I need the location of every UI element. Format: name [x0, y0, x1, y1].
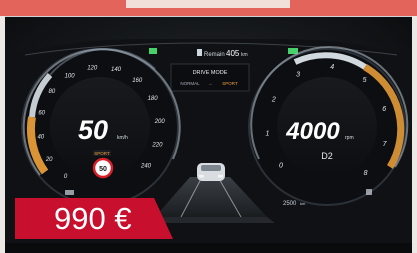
price-tag: 990 € — [15, 198, 173, 239]
listing-card: Remain 405 km DRIVE MODE NORMAL → SPORT … — [0, 0, 417, 253]
gear-indicator: D2 — [321, 151, 333, 161]
speed-tick-120: 120 — [87, 66, 98, 72]
speed-tick-160: 160 — [132, 78, 143, 84]
trip-value: 405 — [226, 49, 240, 58]
speed-tick-220: 220 — [151, 143, 163, 149]
rpm-tick-5: 5 — [363, 77, 367, 84]
speed-value: 50 — [78, 115, 108, 145]
rpm-unit: rpm — [345, 135, 354, 141]
speed-tick-20: 20 — [45, 157, 53, 163]
temp-indicator-icon — [366, 189, 372, 195]
trip-unit: km — [241, 52, 248, 58]
speed-tick-80: 80 — [49, 89, 56, 95]
drive-mode-to: SPORT — [222, 81, 238, 86]
headlight-indicator-icon — [149, 48, 157, 54]
rpm-tick-6: 6 — [382, 106, 386, 113]
speed-tick-240: 240 — [140, 164, 152, 170]
trip-label: Remain — [204, 52, 225, 58]
car-icon — [197, 163, 225, 181]
drive-mode-title: DRIVE MODE — [193, 70, 228, 76]
speed-tick-140: 140 — [111, 67, 122, 73]
speed-tick-100: 100 — [65, 73, 76, 79]
sport-badge-label: SPORT — [94, 151, 110, 156]
speed-unit: km/h — [117, 135, 128, 141]
rpm-tick-1: 1 — [265, 131, 269, 138]
speed-limit-value: 50 — [99, 166, 107, 173]
fuel-icon — [197, 49, 202, 56]
lamp-indicator-icon — [65, 190, 74, 195]
drive-mode-from: NORMAL — [180, 81, 200, 86]
rpm-tick-3: 3 — [296, 71, 300, 78]
rpm-tick-8: 8 — [364, 170, 368, 177]
speed-tick-40: 40 — [37, 135, 44, 141]
speed-tick-200: 200 — [154, 119, 166, 125]
speed-tick-60: 60 — [38, 111, 45, 117]
header-title-bar — [126, 0, 290, 8]
odometer-value: 2500 — [283, 201, 297, 207]
drive-mode-arrow: → — [208, 81, 213, 87]
rpm-tick-0: 0 — [279, 163, 283, 170]
beam-indicator-icon — [288, 48, 298, 54]
speed-tick-180: 180 — [148, 96, 159, 102]
rpm-value: 4000 — [285, 118, 340, 145]
odometer-unit: km — [300, 201, 306, 206]
rpm-tick-2: 2 — [271, 96, 276, 103]
rpm-tick-4: 4 — [330, 64, 334, 71]
